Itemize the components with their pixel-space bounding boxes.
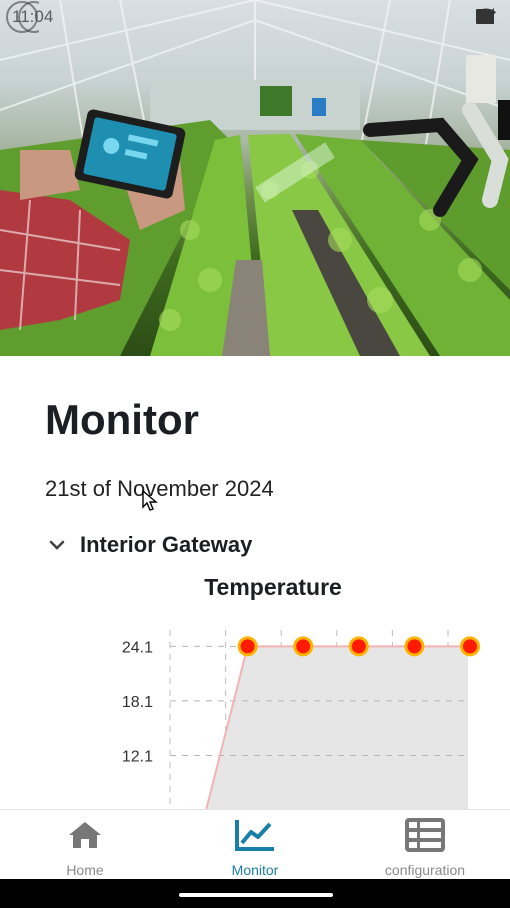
home-icon[interactable] [68,820,102,850]
area-fill [192,646,470,810]
data-point[interactable] [237,636,258,657]
bottom-navigation: Home Monitor configuration [0,809,510,880]
page-title: Monitor [45,396,199,443]
chart-line-icon[interactable] [234,818,276,852]
y-tick-label: 24.1 [122,639,153,656]
gateway-label: Interior Gateway [80,532,253,557]
status-bar: 11:04 [0,0,510,34]
gateway-accordion-header[interactable]: Interior Gateway [48,532,252,558]
system-gesture-bar [0,879,510,908]
nav-label-monitor: Monitor [231,862,279,878]
hero-image: 11:04 [0,0,510,356]
nav-item-monitor[interactable]: Monitor [170,810,340,880]
nav-item-home[interactable]: Home [0,810,170,880]
chevron-down-icon[interactable] [48,539,66,551]
data-point[interactable] [348,636,369,657]
y-tick-label: 18.1 [122,694,153,711]
temperature-chart: 24.1 18.1 12.1 [0,620,510,810]
nav-label-configuration: configuration [384,862,466,878]
list-table-icon[interactable] [405,818,445,852]
data-point[interactable] [404,636,425,657]
home-gesture-pill[interactable] [179,893,333,897]
nav-item-configuration[interactable]: configuration [340,810,510,880]
app-logo-icon [6,1,39,33]
data-point[interactable] [460,636,480,657]
greenhouse-illustration [0,0,510,356]
battery-icon [476,9,486,24]
mouse-cursor-icon [142,490,158,511]
y-tick-label: 12.1 [122,748,153,765]
date-label: 21st of November 2024 [45,476,274,501]
data-point[interactable] [293,636,314,657]
nav-label-home: Home [66,862,104,878]
temperature-chart-svg: 24.1 18.1 12.1 [122,630,480,810]
chart-title: Temperature [204,574,342,600]
